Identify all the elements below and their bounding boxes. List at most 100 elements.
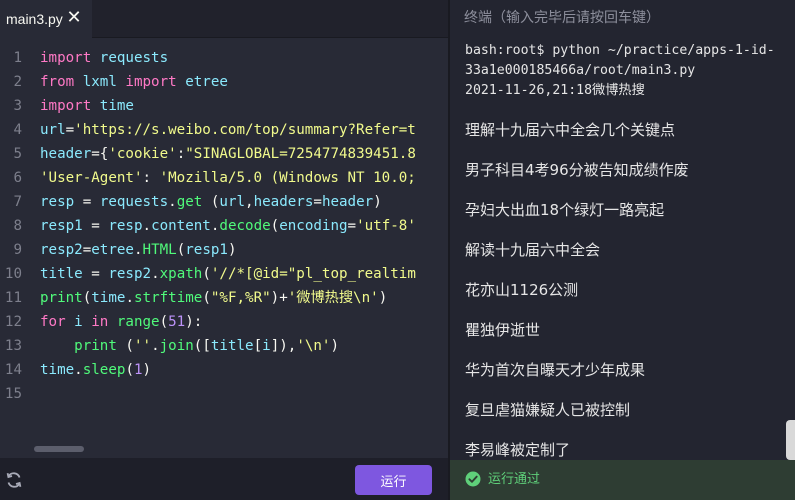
reset-icon[interactable]	[4, 470, 24, 490]
code-token: 'utf-8'	[356, 218, 416, 234]
code-token: print	[40, 338, 117, 354]
code-token: (	[202, 290, 211, 306]
code-token: resp2	[40, 242, 83, 258]
code-line[interactable]: 8 resp1 = resp.content.decode(encoding='u…	[0, 214, 448, 238]
code-text: resp2=etree.HTML(resp1)	[40, 238, 237, 262]
code-token: 'cookie'	[108, 146, 177, 162]
code-token: ([	[193, 338, 211, 354]
tab-main3[interactable]: main3.py ✕	[0, 0, 92, 38]
code-token: encoding	[279, 218, 348, 234]
code-token: (	[116, 338, 134, 354]
terminal-pane[interactable]: 终端（输入完毕后请按回车键） bash:root$ python ~/pract…	[450, 0, 795, 500]
code-token: ):	[185, 314, 203, 330]
code-token: etree	[91, 242, 134, 258]
terminal-title: 终端（输入完毕后请按回车键）	[464, 10, 660, 26]
code-token: time	[40, 362, 75, 378]
code-token: :	[176, 146, 186, 162]
code-text: for i in range(51):	[40, 310, 202, 334]
code-line[interactable]: 3 import time	[0, 94, 448, 118]
line-number: 5	[13, 146, 22, 162]
terminal-command-line: bash:root$ python ~/practice/apps-1-id-	[465, 43, 775, 58]
code-token: =	[91, 218, 109, 234]
code-line[interactable]: 12 for i in range(51):	[0, 310, 448, 334]
code-token: '微博热搜\n'	[287, 290, 379, 306]
close-icon[interactable]: ✕	[64, 8, 84, 28]
code-token: import	[125, 74, 177, 90]
line-number: 13	[4, 338, 22, 354]
code-token: title	[210, 338, 254, 354]
code-text: url='https://s.weibo.com/top/summary?Ref…	[40, 118, 416, 142]
code-text: print(time.strftime("%F,%R")+'微博热搜\n')	[40, 286, 387, 310]
terminal-output-item: 李易峰被定制了	[465, 441, 571, 459]
code-token: join	[159, 338, 194, 354]
code-token: 'https://s.weibo.com/top/summary?Refer=t	[74, 122, 416, 138]
terminal-output-header: 2021-11-26,21:18微博热搜	[465, 83, 645, 98]
horizontal-scrollbar[interactable]	[34, 446, 84, 452]
run-button[interactable]: 运行	[355, 465, 432, 495]
code-token: (	[202, 194, 220, 210]
code-line[interactable]: 14 time.sleep(1)	[0, 358, 448, 382]
code-token: time	[91, 290, 126, 306]
code-text: resp1 = resp.content.decode(encoding='ut…	[40, 214, 416, 238]
code-text: import time	[40, 94, 134, 118]
code-token: 51	[168, 314, 186, 330]
code-line[interactable]: 7 resp = requests.get (url,headers=header…	[0, 190, 448, 214]
code-token: resp2	[108, 266, 152, 282]
code-token: url	[40, 122, 66, 138]
code-text: title = resp2.xpath('//*[@id="pl_top_rea…	[40, 262, 416, 286]
code-text: header={'cookie':"SINAGLOBAL=72547748394…	[40, 142, 416, 166]
line-number: 4	[13, 122, 22, 138]
code-token: i	[262, 338, 271, 354]
code-token: (	[125, 362, 134, 378]
code-line[interactable]: 6 'User-Agent': 'Mozilla/5.0 (Windows NT …	[0, 166, 448, 190]
code-token: ={	[91, 146, 109, 162]
line-number: 2	[13, 74, 22, 90]
code-token: .	[151, 266, 160, 282]
line-number: 9	[13, 242, 22, 258]
code-token: =	[347, 218, 357, 234]
code-line[interactable]: 2 from lxml import etree	[0, 70, 448, 94]
code-token: (	[270, 218, 280, 234]
code-token: )	[373, 194, 382, 210]
code-text: resp = requests.get (url,headers=header)	[40, 190, 382, 214]
code-token: )	[227, 242, 237, 258]
code-token: time	[91, 98, 134, 114]
code-line[interactable]: 5 header={'cookie':"SINAGLOBAL=7254774839…	[0, 142, 448, 166]
line-number: 14	[4, 362, 22, 378]
code-text: 'User-Agent': 'Mozilla/5.0 (Windows NT 1…	[40, 166, 416, 190]
code-token: (	[82, 290, 92, 306]
terminal-scrollbar-thumb[interactable]	[786, 420, 795, 460]
terminal-output-item: 华为首次自曝天才少年成果	[465, 361, 646, 379]
code-token: decode	[219, 218, 271, 234]
code-line[interactable]: 15	[0, 382, 448, 406]
code-line[interactable]: 1 import requests	[0, 46, 448, 70]
code-area[interactable]: 1 import requests 2 from lxml import etree 3…	[0, 46, 448, 406]
code-token: title	[40, 266, 92, 282]
code-token: lxml	[74, 74, 126, 90]
code-text: time.sleep(1)	[40, 358, 151, 382]
code-token: .	[133, 242, 143, 258]
code-token: etree	[176, 74, 228, 90]
code-token: )	[378, 290, 388, 306]
code-token: range	[108, 314, 160, 330]
code-token: (	[159, 314, 169, 330]
terminal-output-item: 解读十九届六中全会	[465, 241, 601, 259]
code-editor-pane[interactable]: main3.py ✕ 1 import requests 2 from lxml im…	[0, 0, 448, 500]
code-line[interactable]: 13 print (''.join([title[i]),'\n')	[0, 334, 448, 358]
code-line[interactable]: 10 title = resp2.xpath('//*[@id="pl_top_r…	[0, 262, 448, 286]
code-token: sleep	[82, 362, 126, 378]
code-token: content	[151, 218, 211, 234]
code-token: 'Mozilla/5.0 (Windows NT 10.0;	[159, 170, 416, 186]
code-token: .	[168, 194, 177, 210]
code-token: ,	[245, 194, 254, 210]
code-line[interactable]: 11 print(time.strftime("%F,%R")+'微博热搜\n')	[0, 286, 448, 310]
code-token: .	[142, 218, 152, 234]
code-line[interactable]: 4 url='https://s.weibo.com/top/summary?Re…	[0, 118, 448, 142]
code-token: requests	[91, 50, 169, 66]
code-line[interactable]: 9 resp2=etree.HTML(resp1)	[0, 238, 448, 262]
code-token: headers	[253, 194, 314, 210]
code-token: import	[40, 98, 92, 114]
code-token: =	[82, 242, 92, 258]
line-number: 10	[4, 266, 22, 282]
code-token: '//*[@id="pl_top_realtim	[210, 266, 416, 282]
